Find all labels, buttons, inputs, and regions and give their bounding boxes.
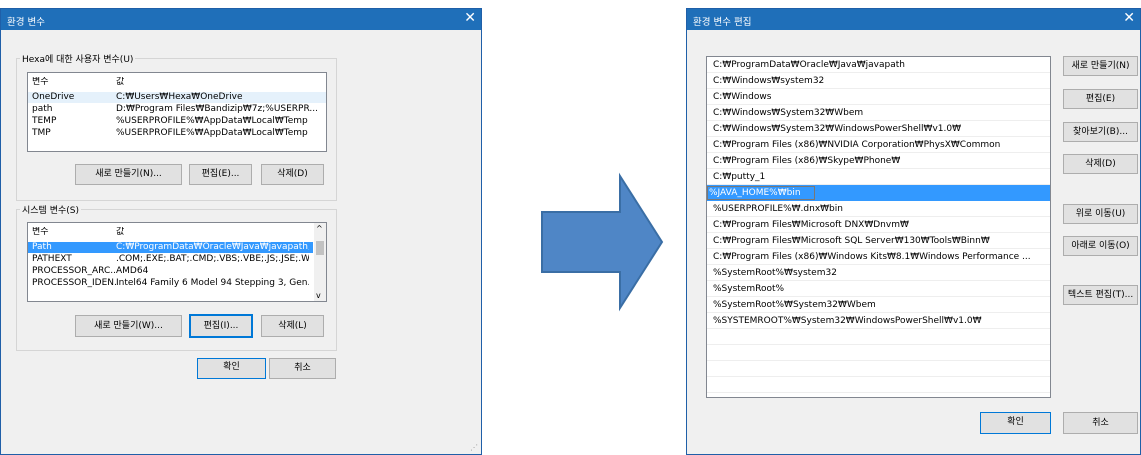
user-new-button[interactable]: 새로 만들기(N)...	[75, 164, 182, 185]
browse-button[interactable]: 찾아보기(B)...	[1063, 122, 1138, 142]
list-item[interactable]: C:₩Program Files (x86)₩NVIDIA Corporatio…	[707, 137, 1050, 153]
list-header: 변수 값	[28, 227, 326, 238]
list-item[interactable]: C:₩Windows₩System32₩Wbem	[707, 105, 1050, 121]
list-item[interactable]: C:₩putty_1	[707, 169, 1050, 185]
resize-grip-icon[interactable]: ⋰	[470, 443, 478, 452]
dialog-title: 환경 변수	[7, 17, 45, 28]
right-arrow-icon	[541, 172, 664, 312]
list-item[interactable]: %SystemRoot%₩System32₩Wbem	[707, 297, 1050, 313]
list-item[interactable]: %SystemRoot%₩system32	[707, 265, 1050, 281]
path-list[interactable]: C:₩ProgramData₩Oracle₩Java₩javapath C:₩W…	[706, 56, 1051, 398]
list-item[interactable]: C:₩Program Files (x86)₩Skype₩Phone₩	[707, 153, 1050, 169]
close-icon[interactable]: ✕	[464, 11, 476, 25]
column-header-val[interactable]: 값	[116, 227, 322, 238]
table-row[interactable]: path D:₩Program Files₩Bandizip₩7z;%USERP…	[28, 104, 326, 115]
list-item[interactable]: C:₩Windows₩System32₩WindowsPowerShell₩v1…	[707, 121, 1050, 137]
empty-row	[707, 377, 1050, 393]
list-item[interactable]: C:₩Windows₩system32	[707, 73, 1050, 89]
vertical-scrollbar[interactable]: ^ v	[314, 223, 326, 301]
user-vars-label: Hexa에 대한 사용자 변수(U)	[20, 52, 136, 65]
list-item[interactable]: %USERPROFILE%₩.dnx₩bin	[707, 201, 1050, 217]
table-row[interactable]: TMP %USERPROFILE%₩AppData₩Local₩Temp	[28, 128, 326, 139]
delete-button[interactable]: 삭제(D)	[1063, 154, 1138, 174]
table-row[interactable]: TEMP %USERPROFILE%₩AppData₩Local₩Temp	[28, 116, 326, 127]
edit-text-button[interactable]: 텍스트 편집(T)...	[1063, 285, 1138, 305]
user-delete-button[interactable]: 삭제(D)	[261, 164, 324, 185]
dialog-title: 환경 변수 편집	[693, 17, 752, 28]
list-item[interactable]: %SYSTEMROOT%₩System32₩WindowsPowerShell₩…	[707, 313, 1050, 329]
system-edit-button[interactable]: 편집(I)...	[189, 314, 253, 338]
cancel-button[interactable]: 취소	[1063, 412, 1138, 434]
edit-env-var-dialog: 환경 변수 편집 ✕ C:₩ProgramData₩Oracle₩Java₩ja…	[686, 8, 1141, 455]
list-item[interactable]: C:₩ProgramData₩Oracle₩Java₩javapath	[707, 57, 1050, 73]
title-bar: 환경 변수 ✕	[1, 9, 481, 30]
empty-row	[707, 345, 1050, 361]
scroll-thumb[interactable]	[316, 241, 324, 255]
empty-row	[707, 329, 1050, 345]
table-row[interactable]: OneDrive C:₩Users₩Hexa₩OneDrive	[28, 92, 326, 103]
ok-button[interactable]: 확인	[980, 412, 1051, 434]
scroll-up-icon[interactable]: ^	[316, 224, 323, 233]
ok-button[interactable]: 확인	[197, 358, 266, 379]
user-edit-button[interactable]: 편집(E)...	[189, 164, 252, 185]
edit-button[interactable]: 편집(E)	[1063, 89, 1138, 109]
system-vars-list[interactable]: 변수 값 Path C:₩ProgramData₩Oracle₩Java₩jav…	[27, 222, 327, 302]
move-up-button[interactable]: 위로 이동(U)	[1063, 204, 1138, 224]
column-header-var[interactable]: 변수	[32, 77, 116, 88]
system-new-button[interactable]: 새로 만들기(W)...	[75, 315, 182, 337]
scroll-down-icon[interactable]: v	[316, 291, 321, 300]
list-item-selected[interactable]: %JAVA_HOME%₩bin	[707, 185, 1050, 201]
column-header-val[interactable]: 값	[116, 77, 322, 88]
list-item[interactable]: C:₩Windows	[707, 89, 1050, 105]
close-icon[interactable]: ✕	[1123, 11, 1135, 25]
cancel-button[interactable]: 취소	[269, 358, 336, 379]
empty-row	[707, 361, 1050, 377]
list-item[interactable]: C:₩Program Files (x86)₩Windows Kits₩8.1₩…	[707, 249, 1050, 265]
inline-edit-field[interactable]: %JAVA_HOME%₩bin	[707, 186, 815, 200]
user-vars-list[interactable]: 변수 값 OneDrive C:₩Users₩Hexa₩OneDrive pat…	[27, 72, 327, 152]
list-item[interactable]: C:₩Program Files₩Microsoft DNX₩Dnvm₩	[707, 217, 1050, 233]
table-row[interactable]: PATHEXT .COM;.EXE;.BAT;.CMD;.VBS;.VBE;.J…	[28, 254, 313, 265]
new-button[interactable]: 새로 만들기(N)	[1063, 56, 1138, 76]
table-row[interactable]: PROCESSOR_IDEN... Intel64 Family 6 Model…	[28, 278, 313, 289]
title-bar: 환경 변수 편집 ✕	[687, 9, 1140, 30]
env-vars-dialog: 환경 변수 ✕ Hexa에 대한 사용자 변수(U) 변수 값 OneDrive…	[0, 8, 482, 455]
system-delete-button[interactable]: 삭제(L)	[261, 315, 324, 337]
table-row[interactable]: Path C:₩ProgramData₩Oracle₩Java₩javapath…	[28, 242, 313, 253]
table-row[interactable]: PROCESSOR_ARC... AMD64	[28, 266, 313, 277]
list-header: 변수 값	[28, 77, 326, 88]
system-vars-label: 시스템 변수(S)	[20, 203, 81, 216]
list-item[interactable]: C:₩Program Files₩Microsoft SQL Server₩13…	[707, 233, 1050, 249]
list-item[interactable]: %SystemRoot%	[707, 281, 1050, 297]
column-header-var[interactable]: 변수	[32, 227, 116, 238]
move-down-button[interactable]: 아래로 이동(O)	[1063, 236, 1138, 256]
